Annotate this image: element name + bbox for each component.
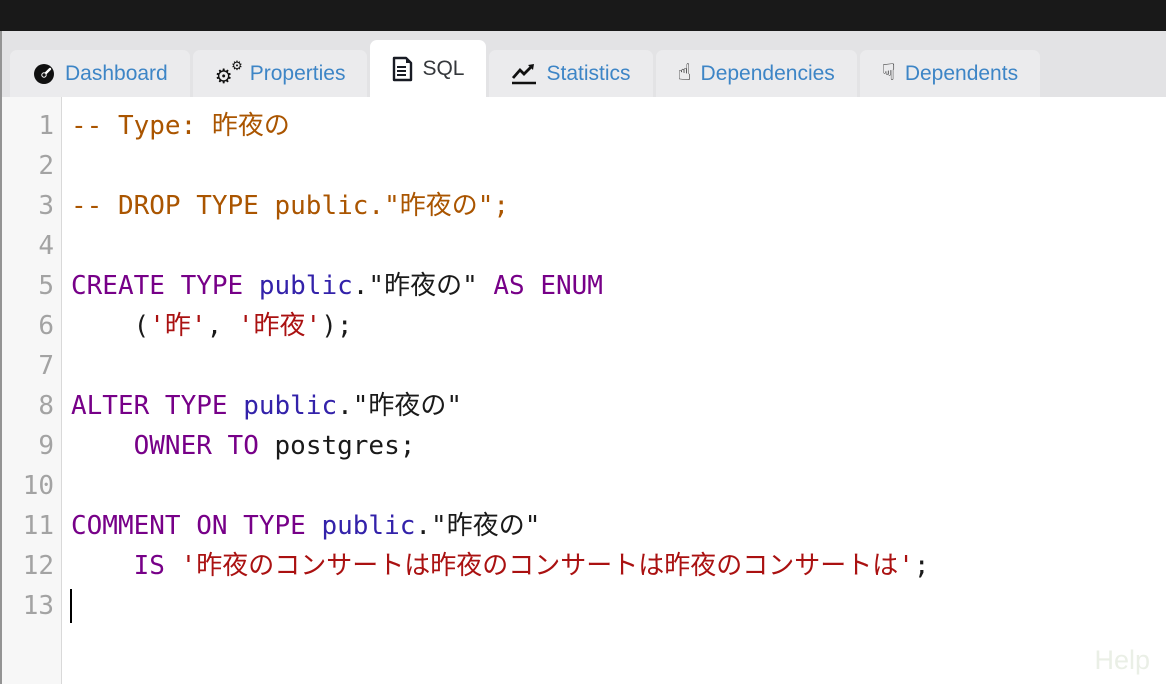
code-token: , bbox=[207, 311, 238, 341]
line-number: 13 bbox=[2, 586, 61, 626]
code-area[interactable]: -- Type: 昨夜の -- DROP TYPE public."昨夜の"; CR… bbox=[62, 97, 1166, 684]
line-number: 12 bbox=[2, 546, 61, 586]
code-line[interactable] bbox=[62, 466, 1166, 506]
hand-down-icon: ☟ bbox=[882, 62, 896, 85]
code-line[interactable]: -- Type: 昨夜の bbox=[62, 106, 1166, 146]
text-cursor bbox=[70, 589, 72, 623]
code-line[interactable] bbox=[62, 146, 1166, 186]
code-line[interactable] bbox=[62, 226, 1166, 266]
line-number: 8 bbox=[2, 386, 61, 426]
tab-bar: Dashboard ⚙ ⚙ Properties SQL bbox=[2, 31, 1166, 97]
code-token bbox=[243, 271, 259, 301]
code-token bbox=[71, 551, 134, 581]
tab-dependents[interactable]: ☟ Dependents bbox=[860, 50, 1040, 97]
code-token: CREATE TYPE bbox=[71, 271, 243, 301]
code-token: AS ENUM bbox=[493, 271, 603, 301]
tab-dashboard-label: Dashboard bbox=[65, 62, 168, 86]
tab-sql[interactable]: SQL bbox=[370, 40, 486, 97]
tab-dependencies[interactable]: ☝ Dependencies bbox=[656, 50, 857, 97]
code-token bbox=[71, 431, 134, 461]
tab-dependencies-label: Dependencies bbox=[701, 62, 835, 86]
code-token: -- DROP TYPE public."昨夜の"; bbox=[71, 191, 509, 221]
code-token: '昨夜のコンサートは昨夜のコンサートは昨夜のコンサートは' bbox=[181, 551, 914, 581]
line-number: 10 bbox=[2, 466, 61, 506]
code-token bbox=[228, 391, 244, 421]
tab-properties-label: Properties bbox=[250, 62, 346, 86]
line-number: 5 bbox=[2, 266, 61, 306]
code-line[interactable]: ALTER TYPE public."昨夜の" bbox=[62, 386, 1166, 426]
code-token: postgres; bbox=[259, 431, 416, 461]
code-token bbox=[165, 551, 181, 581]
window-top-bar bbox=[0, 0, 1166, 31]
code-token: public bbox=[259, 271, 353, 301]
line-number: 6 bbox=[2, 306, 61, 346]
code-token: '昨' bbox=[149, 311, 206, 341]
code-token: IS bbox=[134, 551, 165, 581]
tab-properties[interactable]: ⚙ ⚙ Properties bbox=[193, 50, 368, 97]
gauge-icon bbox=[32, 62, 56, 86]
code-token: COMMENT ON TYPE bbox=[71, 511, 306, 541]
object-detail-panel: Dashboard ⚙ ⚙ Properties SQL bbox=[0, 31, 1166, 684]
code-token: ); bbox=[321, 311, 352, 341]
code-line[interactable]: OWNER TO postgres; bbox=[62, 426, 1166, 466]
hand-up-icon: ☝ bbox=[678, 62, 692, 85]
tab-dependents-label: Dependents bbox=[905, 62, 1018, 86]
code-token: ( bbox=[71, 311, 149, 341]
line-number: 11 bbox=[2, 506, 61, 546]
code-token: -- Type: 昨夜の bbox=[71, 111, 290, 141]
code-line[interactable]: IS '昨夜のコンサートは昨夜のコンサートは昨夜のコンサートは'; bbox=[62, 546, 1166, 586]
line-number: 1 bbox=[2, 106, 61, 146]
line-number: 2 bbox=[2, 146, 61, 186]
code-token: '昨夜' bbox=[238, 311, 321, 341]
code-token: public bbox=[321, 511, 415, 541]
code-line[interactable]: ('昨', '昨夜'); bbox=[62, 306, 1166, 346]
code-token: public bbox=[243, 391, 337, 421]
line-number: 7 bbox=[2, 346, 61, 386]
line-number: 4 bbox=[2, 226, 61, 266]
code-line[interactable]: -- DROP TYPE public."昨夜の"; bbox=[62, 186, 1166, 226]
line-number: 3 bbox=[2, 186, 61, 226]
code-line[interactable] bbox=[62, 346, 1166, 386]
code-token: ."昨夜の" bbox=[415, 511, 540, 541]
help-watermark[interactable]: Help bbox=[1094, 645, 1150, 676]
chart-line-icon bbox=[511, 62, 537, 86]
tab-statistics-label: Statistics bbox=[546, 62, 630, 86]
tab-statistics[interactable]: Statistics bbox=[489, 50, 652, 97]
line-number-gutter: 12345678910111213 bbox=[2, 97, 62, 684]
code-line[interactable] bbox=[62, 586, 1166, 626]
code-token: ."昨夜の" bbox=[337, 391, 462, 421]
code-line[interactable]: COMMENT ON TYPE public."昨夜の" bbox=[62, 506, 1166, 546]
code-token: ."昨夜の" bbox=[353, 271, 494, 301]
file-text-icon bbox=[392, 56, 413, 82]
code-token: ALTER TYPE bbox=[71, 391, 228, 421]
sql-editor[interactable]: 12345678910111213 -- Type: 昨夜の-- DROP TY… bbox=[2, 97, 1166, 684]
code-line[interactable]: CREATE TYPE public."昨夜の" AS ENUM bbox=[62, 266, 1166, 306]
tab-sql-label: SQL bbox=[422, 57, 464, 81]
code-token: OWNER TO bbox=[134, 431, 259, 461]
line-number: 9 bbox=[2, 426, 61, 466]
tab-dashboard[interactable]: Dashboard bbox=[10, 50, 190, 97]
code-token bbox=[306, 511, 322, 541]
gears-icon: ⚙ ⚙ bbox=[215, 62, 241, 86]
code-token: ; bbox=[914, 551, 930, 581]
